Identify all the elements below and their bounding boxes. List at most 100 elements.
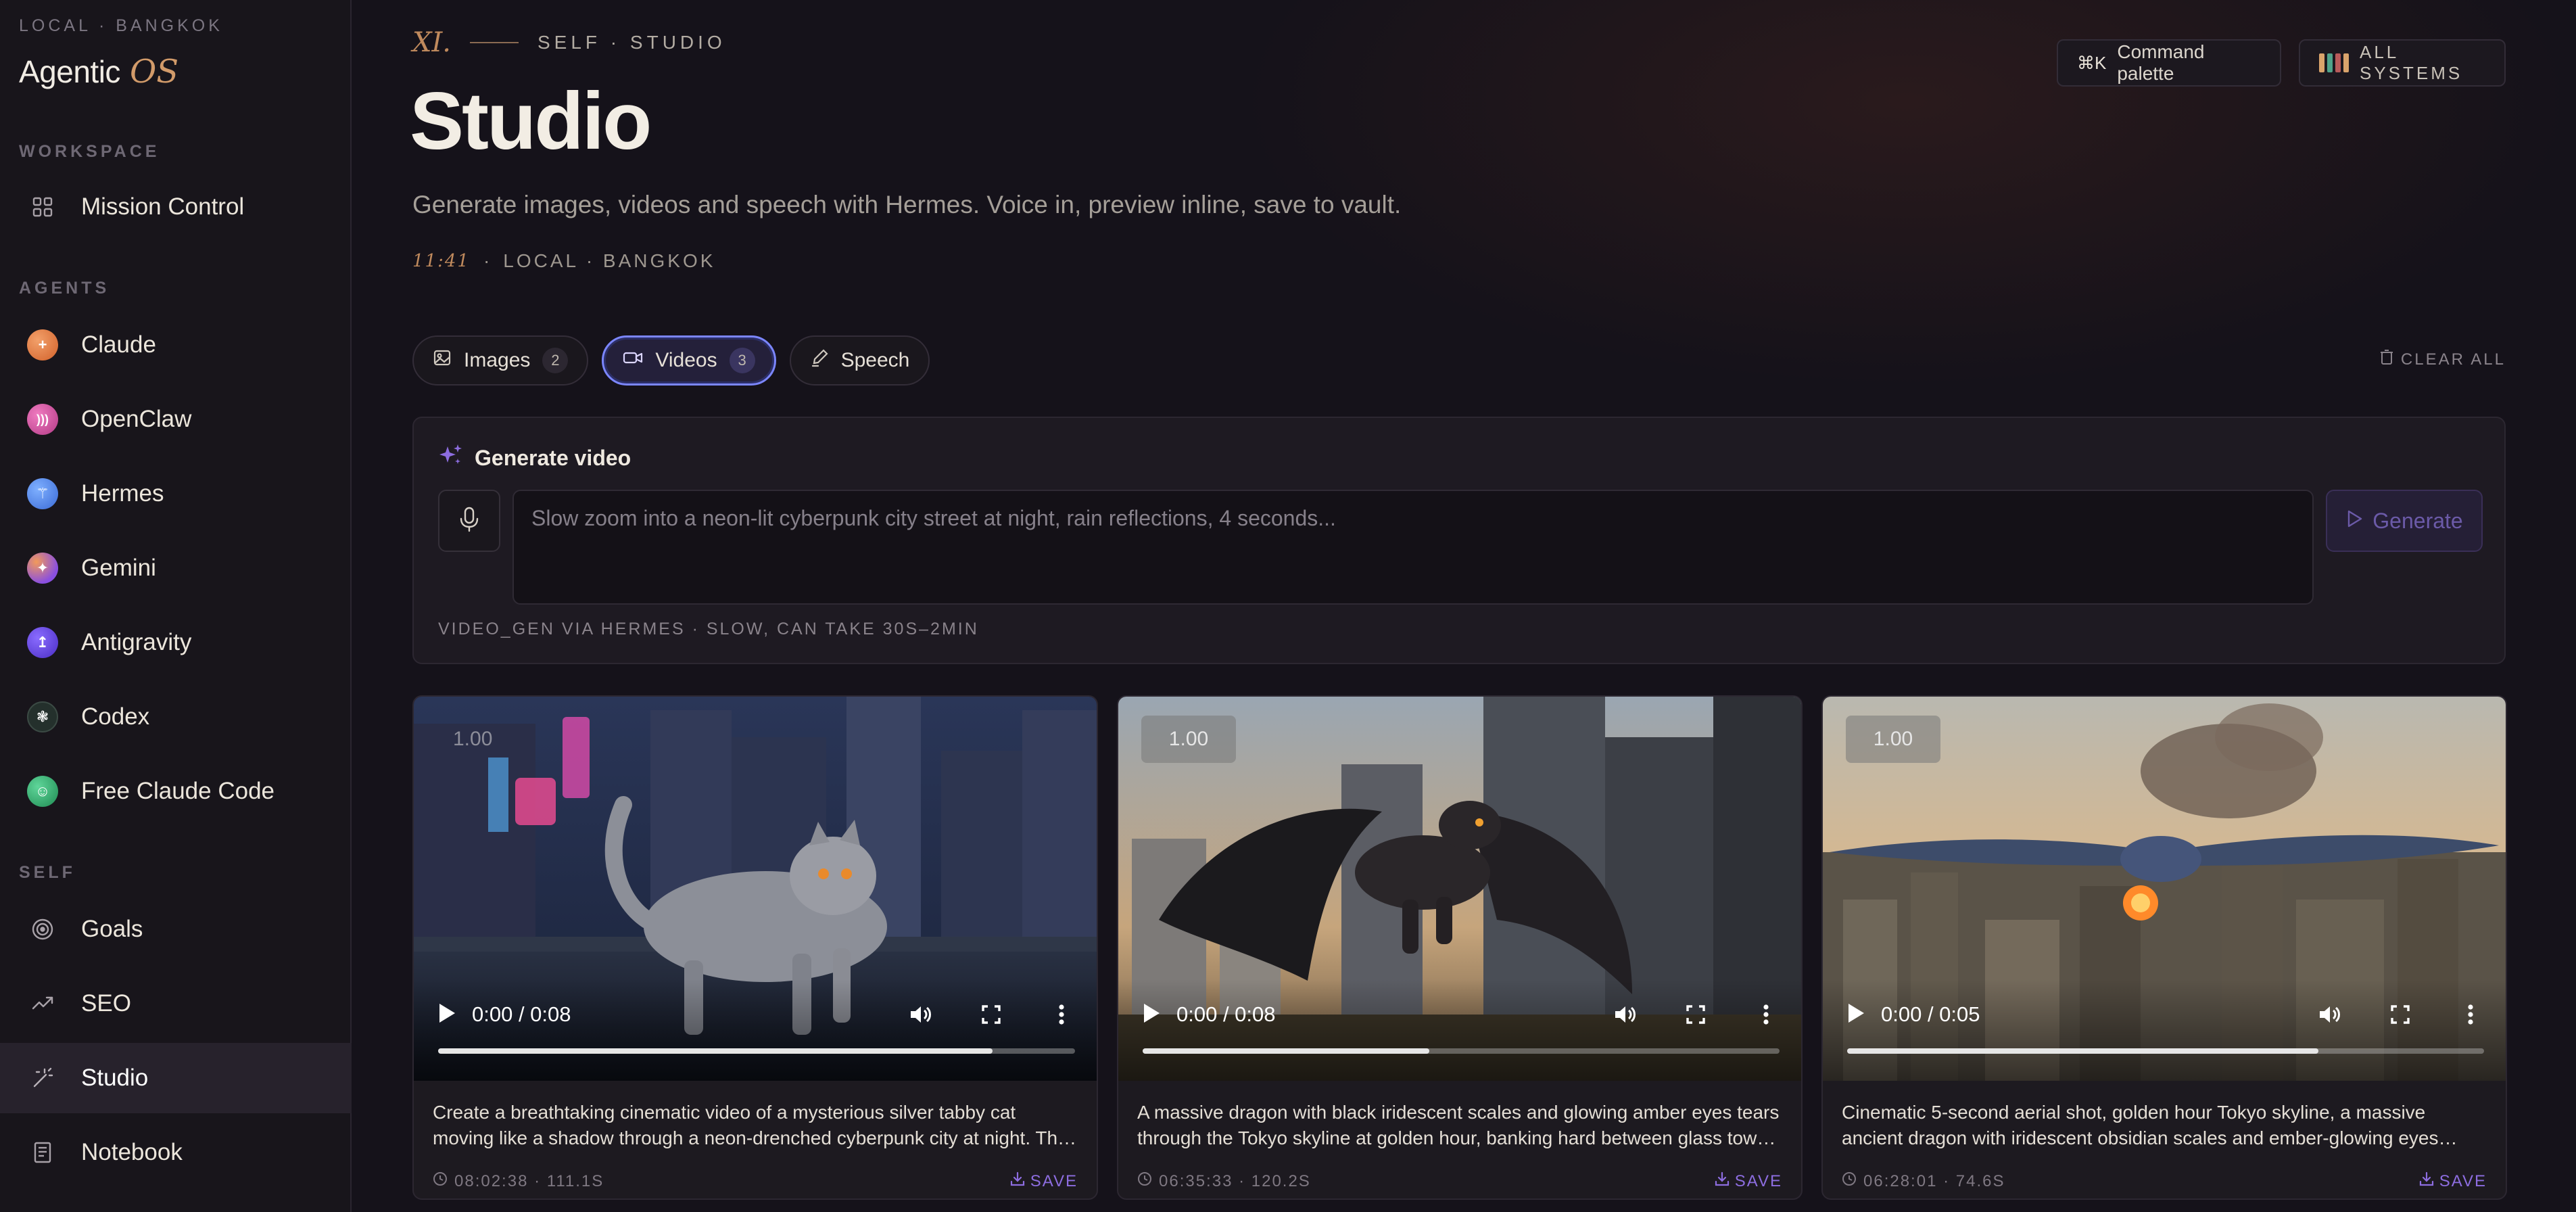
tab-label: Images [464, 349, 531, 371]
video-controls: 0:00 / 0:08 [414, 979, 1097, 1081]
playback-speed[interactable]: 1.00 [1846, 716, 1940, 763]
controls-row: 0:00 / 0:08 [437, 1000, 1076, 1029]
tab-images[interactable]: Images 2 [412, 335, 589, 386]
sidebar-item-hermes[interactable]: ⚚ Hermes [0, 459, 352, 529]
video-player[interactable]: 1.00 0:00 / 0:08 [1118, 697, 1801, 1081]
volume-icon[interactable] [906, 1000, 936, 1029]
play-button[interactable] [1141, 1002, 1162, 1028]
clear-all-label: CLEAR ALL [2400, 350, 2506, 369]
video-time: 0:00 / 0:05 [1881, 1002, 1980, 1026]
sidebar-item-gemini[interactable]: ✦ Gemini [0, 533, 352, 603]
video-player[interactable]: 1.00 0:00 / 0:05 [1823, 697, 2506, 1081]
generate-video-panel: Generate video Generate VIDEO_GEN VIA HE… [412, 417, 2506, 664]
more-options-icon[interactable] [1047, 1000, 1076, 1029]
section-self: SELF [19, 863, 76, 882]
video-progress-bar[interactable] [1847, 1048, 2484, 1054]
video-progress-bar[interactable] [438, 1048, 1075, 1054]
video-card: 1.00 0:00 / 0:08 Create a breathtaking c… [412, 695, 1098, 1200]
generate-button[interactable]: Generate [2326, 490, 2483, 552]
claude-icon: + [27, 329, 58, 360]
progress-fill [438, 1048, 993, 1054]
playback-speed[interactable]: 1.00 [1141, 716, 1236, 763]
sidebar-item-label: Codex [81, 703, 150, 730]
play-button[interactable] [437, 1002, 457, 1028]
more-options-icon[interactable] [2456, 1000, 2485, 1029]
play-button[interactable] [1846, 1002, 1866, 1028]
hermes-icon: ⚚ [27, 478, 58, 509]
prompt-input[interactable] [512, 490, 2314, 605]
generate-button-label: Generate [2372, 508, 2463, 533]
video-icon [623, 348, 643, 373]
notebook-icon [27, 1137, 58, 1168]
sidebar-item-mission-control[interactable]: Mission Control [0, 172, 352, 242]
antigravity-icon: ↥ [27, 627, 58, 658]
sidebar-item-goals[interactable]: Goals [0, 894, 352, 964]
codex-icon: ❃ [27, 701, 58, 732]
trending-up-icon [27, 988, 58, 1019]
systems-status-icon [2319, 53, 2349, 72]
sidebar-item-free-claude-code[interactable]: ☺ Free Claude Code [0, 756, 352, 826]
video-card: 1.00 0:00 / 0:08 A massive dragon with b… [1117, 695, 1803, 1200]
video-controls: 0:00 / 0:05 [1823, 979, 2506, 1081]
sidebar: LOCAL · BANGKOK Agentic OS WORKSPACE Mis… [0, 0, 352, 1212]
status-bar [2343, 53, 2349, 72]
all-systems-button[interactable]: ALL SYSTEMS [2299, 39, 2506, 87]
trash-icon [2379, 349, 2394, 370]
volume-icon[interactable] [2315, 1000, 2345, 1029]
command-palette-label: Command palette [2117, 41, 2205, 84]
sidebar-item-openclaw[interactable]: ))) OpenClaw [0, 384, 352, 454]
playback-speed[interactable]: 1.00 [453, 716, 492, 763]
sidebar-item-label: Claude [81, 331, 156, 358]
fullscreen-icon[interactable] [2385, 1000, 2415, 1029]
clear-all-button[interactable]: CLEAR ALL [2379, 349, 2506, 370]
sidebar-item-label: Antigravity [81, 629, 192, 655]
sidebar-item-claude[interactable]: + Claude [0, 310, 352, 380]
sidebar-item-label: Mission Control [81, 193, 245, 220]
target-icon [27, 914, 58, 945]
video-meta-row: 06:35:33 · 120.2S SAVE [1137, 1171, 1782, 1191]
page-meta: 11:41 · LOCAL · BANGKOK [412, 250, 715, 272]
more-options-icon[interactable] [1751, 1000, 1781, 1029]
save-button[interactable]: SAVE [2419, 1171, 2487, 1191]
speech-icon [810, 348, 829, 373]
controls-row: 0:00 / 0:08 [1141, 1000, 1781, 1029]
save-button[interactable]: SAVE [1010, 1171, 1078, 1191]
local-time: 11:41 [412, 251, 470, 271]
sidebar-item-notebook[interactable]: Notebook [0, 1117, 352, 1188]
video-progress-bar[interactable] [1143, 1048, 1780, 1054]
generate-panel-header: Generate video [438, 442, 631, 473]
sidebar-item-label: Studio [81, 1065, 149, 1091]
free-claude-code-icon: ☺ [27, 776, 58, 807]
video-player[interactable]: 1.00 0:00 / 0:08 [414, 697, 1097, 1081]
sidebar-item-label: Hermes [81, 480, 164, 507]
volume-icon[interactable] [1611, 1000, 1640, 1029]
tab-videos[interactable]: Videos 3 [602, 335, 776, 386]
controls-row: 0:00 / 0:05 [1846, 1000, 2485, 1029]
fullscreen-icon[interactable] [976, 1000, 1006, 1029]
sidebar-item-codex[interactable]: ❃ Codex [0, 682, 352, 752]
sidebar-item-antigravity[interactable]: ↥ Antigravity [0, 607, 352, 678]
save-button[interactable]: SAVE [1715, 1171, 1782, 1191]
download-icon [1715, 1171, 1730, 1191]
status-bar [2319, 53, 2324, 72]
save-label: SAVE [2439, 1171, 2487, 1190]
tab-count-badge: 2 [542, 348, 569, 373]
section-workspace: WORKSPACE [19, 142, 160, 161]
sidebar-item-studio[interactable]: Studio [0, 1043, 352, 1113]
voice-input-button[interactable] [438, 490, 500, 552]
tab-speech[interactable]: Speech [789, 335, 930, 386]
generation-note: VIDEO_GEN VIA HERMES · SLOW, CAN TAKE 30… [438, 620, 979, 638]
status-bar [2327, 53, 2333, 72]
openclaw-icon: ))) [27, 404, 58, 435]
clock-icon [433, 1171, 448, 1191]
fullscreen-icon[interactable] [1681, 1000, 1711, 1029]
wand-icon [27, 1063, 58, 1094]
video-caption: Create a breathtaking cinematic video of… [433, 1102, 1068, 1148]
status-bar [2335, 53, 2341, 72]
progress-fill [1847, 1048, 2319, 1054]
command-palette-button[interactable]: ⌘K Command palette [2057, 39, 2281, 87]
main-content: XI. SELF · STUDIO Studio Generate images… [352, 0, 2576, 1212]
sidebar-item-seo[interactable]: SEO [0, 969, 352, 1039]
brand-logo[interactable]: Agentic OS [19, 53, 178, 91]
download-icon [2419, 1171, 2434, 1191]
